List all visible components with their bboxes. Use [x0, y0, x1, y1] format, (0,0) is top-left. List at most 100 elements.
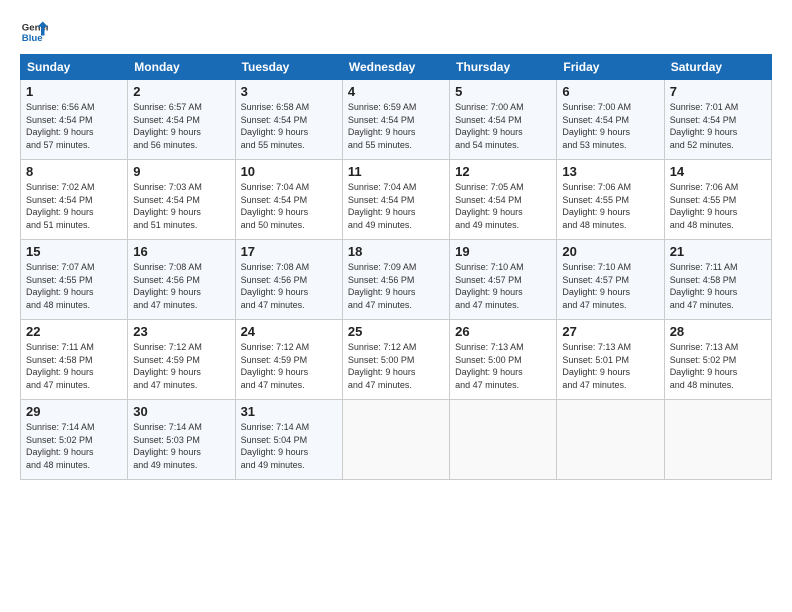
day-number: 20: [562, 244, 658, 259]
svg-text:Blue: Blue: [22, 33, 43, 44]
calendar-cell: 9Sunrise: 7:03 AMSunset: 4:54 PMDaylight…: [128, 160, 235, 240]
cell-info: Sunrise: 7:13 AMSunset: 5:01 PMDaylight:…: [562, 341, 658, 391]
week-row-1: 1Sunrise: 6:56 AMSunset: 4:54 PMDaylight…: [21, 80, 772, 160]
cell-info: Sunrise: 7:13 AMSunset: 5:00 PMDaylight:…: [455, 341, 551, 391]
calendar-cell: 18 Sunrise: 7:09 AMSunset: 4:56 PMDayligh…: [342, 240, 449, 320]
day-number: 16: [133, 244, 229, 259]
calendar-cell: 7 Sunrise: 7:01 AMSunset: 4:54 PMDaylight…: [664, 80, 771, 160]
calendar-cell: 23 Sunrise: 7:12 AMSunset: 4:59 PMDayligh…: [128, 320, 235, 400]
cell-info: Sunrise: 7:00 AMSunset: 4:54 PMDaylight:…: [455, 101, 551, 151]
calendar-cell: 5 Sunrise: 7:00 AMSunset: 4:54 PMDaylight…: [450, 80, 557, 160]
week-row-3: 15 Sunrise: 7:07 AMSunset: 4:55 PMDayligh…: [21, 240, 772, 320]
day-number: 18: [348, 244, 444, 259]
cell-info: Sunrise: 7:12 AMSunset: 5:00 PMDaylight:…: [348, 341, 444, 391]
day-number: 5: [455, 84, 551, 99]
header: General Blue: [20, 18, 772, 46]
day-number: 8: [26, 164, 122, 179]
day-number: 12: [455, 164, 551, 179]
cell-info: Sunrise: 7:12 AMSunset: 4:59 PMDaylight:…: [133, 341, 229, 391]
cell-info: Sunrise: 7:09 AMSunset: 4:56 PMDaylight:…: [348, 261, 444, 311]
day-number: 10: [241, 164, 337, 179]
day-number: 15: [26, 244, 122, 259]
day-number: 27: [562, 324, 658, 339]
calendar-cell: 21 Sunrise: 7:11 AMSunset: 4:58 PMDayligh…: [664, 240, 771, 320]
calendar-cell: 20 Sunrise: 7:10 AMSunset: 4:57 PMDayligh…: [557, 240, 664, 320]
day-number: 13: [562, 164, 658, 179]
cell-info: Sunrise: 7:03 AMSunset: 4:54 PMDaylight:…: [133, 181, 229, 231]
day-number: 11: [348, 164, 444, 179]
calendar-cell: 15 Sunrise: 7:07 AMSunset: 4:55 PMDayligh…: [21, 240, 128, 320]
cell-info: Sunrise: 7:06 AMSunset: 4:55 PMDaylight:…: [670, 181, 766, 231]
logo: General Blue: [20, 18, 48, 46]
col-header-wednesday: Wednesday: [342, 55, 449, 80]
cell-info: Sunrise: 6:56 AMSunset: 4:54 PMDaylight:…: [26, 101, 122, 151]
cell-info: Sunrise: 7:13 AMSunset: 5:02 PMDaylight:…: [670, 341, 766, 391]
calendar-cell: 4 Sunrise: 6:59 AMSunset: 4:54 PMDaylight…: [342, 80, 449, 160]
calendar-cell: 28 Sunrise: 7:13 AMSunset: 5:02 PMDayligh…: [664, 320, 771, 400]
calendar-cell: 22Sunrise: 7:11 AMSunset: 4:58 PMDayligh…: [21, 320, 128, 400]
calendar-cell: 16 Sunrise: 7:08 AMSunset: 4:56 PMDayligh…: [128, 240, 235, 320]
calendar-cell: 8 Sunrise: 7:02 AMSunset: 4:54 PMDaylight…: [21, 160, 128, 240]
cell-info: Sunrise: 7:01 AMSunset: 4:54 PMDaylight:…: [670, 101, 766, 151]
week-row-2: 8 Sunrise: 7:02 AMSunset: 4:54 PMDaylight…: [21, 160, 772, 240]
day-number: 24: [241, 324, 337, 339]
calendar-cell: 19 Sunrise: 7:10 AMSunset: 4:57 PMDayligh…: [450, 240, 557, 320]
col-header-tuesday: Tuesday: [235, 55, 342, 80]
day-number: 17: [241, 244, 337, 259]
calendar-table: SundayMondayTuesdayWednesdayThursdayFrid…: [20, 54, 772, 480]
calendar-cell: 11Sunrise: 7:04 AMSunset: 4:54 PMDayligh…: [342, 160, 449, 240]
day-number: 30: [133, 404, 229, 419]
cell-info: Sunrise: 7:00 AMSunset: 4:54 PMDaylight:…: [562, 101, 658, 151]
cell-info: Sunrise: 7:12 AMSunset: 4:59 PMDaylight:…: [241, 341, 337, 391]
cell-info: Sunrise: 7:02 AMSunset: 4:54 PMDaylight:…: [26, 181, 122, 231]
day-number: 21: [670, 244, 766, 259]
day-number: 28: [670, 324, 766, 339]
col-header-saturday: Saturday: [664, 55, 771, 80]
calendar-cell: 14 Sunrise: 7:06 AMSunset: 4:55 PMDayligh…: [664, 160, 771, 240]
week-row-5: 29 Sunrise: 7:14 AMSunset: 5:02 PMDayligh…: [21, 400, 772, 480]
cell-info: Sunrise: 7:10 AMSunset: 4:57 PMDaylight:…: [455, 261, 551, 311]
day-number: 3: [241, 84, 337, 99]
cell-info: Sunrise: 7:08 AMSunset: 4:56 PMDaylight:…: [241, 261, 337, 311]
cell-info: Sunrise: 7:05 AMSunset: 4:54 PMDaylight:…: [455, 181, 551, 231]
cell-info: Sunrise: 7:11 AMSunset: 4:58 PMDaylight:…: [26, 341, 122, 391]
calendar-cell: 6 Sunrise: 7:00 AMSunset: 4:54 PMDaylight…: [557, 80, 664, 160]
calendar-cell: [557, 400, 664, 480]
calendar-cell: 29 Sunrise: 7:14 AMSunset: 5:02 PMDayligh…: [21, 400, 128, 480]
day-number: 6: [562, 84, 658, 99]
col-header-friday: Friday: [557, 55, 664, 80]
day-number: 14: [670, 164, 766, 179]
day-number: 2: [133, 84, 229, 99]
col-header-thursday: Thursday: [450, 55, 557, 80]
cell-info: Sunrise: 7:06 AMSunset: 4:55 PMDaylight:…: [562, 181, 658, 231]
col-header-sunday: Sunday: [21, 55, 128, 80]
cell-info: Sunrise: 7:10 AMSunset: 4:57 PMDaylight:…: [562, 261, 658, 311]
day-number: 4: [348, 84, 444, 99]
day-number: 19: [455, 244, 551, 259]
header-row: SundayMondayTuesdayWednesdayThursdayFrid…: [21, 55, 772, 80]
cell-info: Sunrise: 7:14 AMSunset: 5:02 PMDaylight:…: [26, 421, 122, 471]
calendar-cell: 24 Sunrise: 7:12 AMSunset: 4:59 PMDayligh…: [235, 320, 342, 400]
cell-info: Sunrise: 6:59 AMSunset: 4:54 PMDaylight:…: [348, 101, 444, 151]
calendar-cell: 31 Sunrise: 7:14 AMSunset: 5:04 PMDayligh…: [235, 400, 342, 480]
day-number: 29: [26, 404, 122, 419]
week-row-4: 22Sunrise: 7:11 AMSunset: 4:58 PMDayligh…: [21, 320, 772, 400]
calendar-cell: 1Sunrise: 6:56 AMSunset: 4:54 PMDaylight…: [21, 80, 128, 160]
calendar-cell: 17 Sunrise: 7:08 AMSunset: 4:56 PMDayligh…: [235, 240, 342, 320]
cell-info: Sunrise: 7:08 AMSunset: 4:56 PMDaylight:…: [133, 261, 229, 311]
calendar-cell: 10 Sunrise: 7:04 AMSunset: 4:54 PMDayligh…: [235, 160, 342, 240]
page: General Blue SundayMondayTuesdayWednesda…: [0, 0, 792, 612]
day-number: 7: [670, 84, 766, 99]
logo-icon: General Blue: [20, 18, 48, 46]
day-number: 31: [241, 404, 337, 419]
calendar-cell: 13 Sunrise: 7:06 AMSunset: 4:55 PMDayligh…: [557, 160, 664, 240]
calendar-cell: 3Sunrise: 6:58 AMSunset: 4:54 PMDaylight…: [235, 80, 342, 160]
calendar-cell: 2 Sunrise: 6:57 AMSunset: 4:54 PMDaylight…: [128, 80, 235, 160]
day-number: 23: [133, 324, 229, 339]
cell-info: Sunrise: 6:57 AMSunset: 4:54 PMDaylight:…: [133, 101, 229, 151]
cell-info: Sunrise: 7:14 AMSunset: 5:04 PMDaylight:…: [241, 421, 337, 471]
cell-info: Sunrise: 7:04 AMSunset: 4:54 PMDaylight:…: [241, 181, 337, 231]
calendar-cell: 30Sunrise: 7:14 AMSunset: 5:03 PMDayligh…: [128, 400, 235, 480]
cell-info: Sunrise: 7:07 AMSunset: 4:55 PMDaylight:…: [26, 261, 122, 311]
cell-info: Sunrise: 7:11 AMSunset: 4:58 PMDaylight:…: [670, 261, 766, 311]
